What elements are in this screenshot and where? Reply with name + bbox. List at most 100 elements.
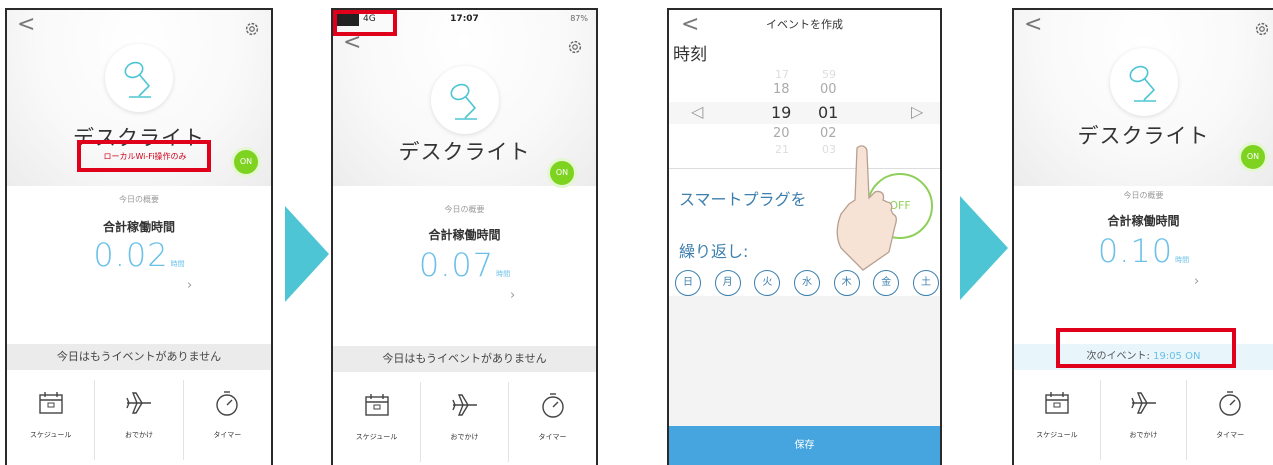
minute-selected[interactable]: 01 [818, 103, 838, 122]
minute-option[interactable]: 02 [820, 126, 837, 141]
power-on-button[interactable]: ON [231, 147, 261, 177]
power-on-button[interactable]: ON [1238, 142, 1268, 172]
stopwatch-icon [216, 391, 239, 416]
calendar-icon [364, 394, 389, 416]
no-event-banner: 今日はもうイベントがありません [7, 344, 271, 370]
total-runtime-label: 合計稼働時間 [428, 228, 501, 242]
smart-plug-label: スマートプラグを [679, 190, 807, 209]
day-thu-toggle[interactable]: 木 [833, 270, 860, 296]
today-overview-label: 今日の概要 [1123, 191, 1164, 200]
next-step-arrow [285, 206, 329, 302]
away-label: おでかけ [450, 433, 479, 441]
runtime-unit: 時間 [496, 270, 511, 278]
schedule-label: スケジュール [1036, 431, 1078, 439]
repeat-label: 繰り返し: [679, 242, 749, 261]
timer-button[interactable]: タイマー [184, 380, 271, 460]
phone-screen-3: イベントを作成 < 時刻 ◁ ▷ 17 18 19 20 21 59 00 01… [667, 8, 942, 465]
schedule-label: スケジュール [355, 433, 398, 441]
desk-lamp-icon [430, 66, 499, 134]
next-step-arrow [960, 196, 1008, 300]
back-icon[interactable]: < [343, 32, 361, 54]
minute-option[interactable]: 00 [820, 82, 837, 97]
runtime-value: 0.07 時間 [333, 246, 596, 284]
back-icon[interactable]: < [681, 14, 699, 36]
day-mon-toggle[interactable]: 月 [714, 270, 741, 296]
today-overview-label: 今日の概要 [444, 205, 485, 214]
timer-button[interactable]: タイマー [1187, 380, 1273, 460]
runtime-unit: 時間 [1175, 256, 1190, 264]
empty-area [669, 296, 940, 426]
timer-label: タイマー [213, 431, 242, 439]
timer-label: タイマー [1216, 431, 1245, 439]
total-runtime-label: 合計稼働時間 [102, 220, 175, 234]
stopwatch-icon [541, 393, 564, 418]
chevron-right-icon[interactable]: › [510, 288, 515, 303]
runtime-number: 0.07 [418, 246, 495, 284]
day-sat-toggle[interactable]: 土 [912, 270, 939, 296]
page-title: イベントを作成 [766, 18, 843, 31]
airplane-icon [1130, 392, 1156, 414]
device-name: デスクライト [1077, 124, 1210, 148]
picker-selection-band [669, 102, 940, 124]
chevron-right-icon[interactable]: › [1194, 274, 1199, 289]
time-picker[interactable]: ◁ ▷ 17 18 19 20 21 59 00 01 02 03 [669, 68, 940, 158]
day-wed-toggle[interactable]: 水 [793, 270, 820, 296]
back-icon[interactable]: < [1024, 14, 1042, 36]
no-event-banner: 今日はもうイベントがありません [333, 346, 596, 372]
repeat-days: 日 月 火 水 木 金 土 [675, 270, 939, 296]
away-label: おでかけ [124, 431, 153, 439]
power-on-button[interactable]: ON [547, 158, 577, 188]
today-overview-label: 今日の概要 [119, 195, 159, 204]
gear-icon[interactable] [566, 38, 584, 56]
calendar-icon [1045, 392, 1069, 414]
bottom-toolbar: スケジュール おでかけ タイマー [7, 380, 271, 460]
away-button[interactable]: おでかけ [95, 380, 184, 460]
tapping-hand-icon [836, 145, 897, 271]
schedule-button[interactable]: スケジュール [333, 382, 421, 462]
minute-option[interactable]: 59 [822, 68, 836, 81]
save-button[interactable]: 保存 [669, 426, 940, 465]
away-button[interactable]: おでかけ [421, 382, 509, 462]
hour-option[interactable]: 21 [775, 143, 789, 156]
schedule-button[interactable]: スケジュール [1014, 380, 1101, 460]
desk-lamp-icon [105, 44, 173, 112]
chevron-right-icon[interactable]: › [187, 278, 192, 293]
local-wifi-note: ローカルWi-Fi操作のみ [103, 152, 187, 161]
timer-button[interactable]: タイマー [509, 382, 596, 462]
hour-option[interactable]: 17 [775, 68, 789, 81]
day-tue-toggle[interactable]: 火 [754, 270, 781, 296]
away-label: おでかけ [1129, 431, 1158, 439]
bottom-toolbar: スケジュール おでかけ タイマー [333, 382, 596, 462]
tutorial-stage: < デスクライト ローカルWi-Fi操作のみ ON 今日の概要 合計稼働時間 0… [0, 0, 1273, 465]
time-label: 時刻 [673, 45, 707, 65]
gear-icon[interactable] [243, 20, 261, 38]
day-fri-toggle[interactable]: 金 [873, 270, 900, 296]
day-sun-toggle[interactable]: 日 [675, 270, 701, 296]
runtime-value: 0.02 時間 [7, 236, 271, 274]
divider [669, 168, 940, 169]
airplane-icon [451, 394, 477, 416]
back-icon[interactable]: < [17, 14, 35, 36]
picker-left-icon[interactable]: ◁ [691, 102, 703, 121]
runtime-value: 0.10 時間 [1014, 232, 1273, 270]
runtime-number: 0.02 [93, 236, 169, 274]
gear-icon[interactable] [1253, 20, 1271, 38]
hour-option[interactable]: 20 [773, 126, 790, 141]
airplane-icon [126, 392, 151, 414]
away-button[interactable]: おでかけ [1101, 380, 1188, 460]
hour-option[interactable]: 18 [773, 82, 790, 97]
runtime-unit: 時間 [170, 260, 185, 268]
bottom-toolbar: スケジュール おでかけ タイマー [1014, 380, 1273, 460]
phone-screen-2: 4G 17:07 87% < デスクライト ON 今日の概要 合計稼働時間 0.… [331, 8, 598, 465]
hour-selected[interactable]: 19 [771, 103, 791, 122]
desk-lamp-icon [1109, 48, 1178, 116]
phone-screen-1: < デスクライト ローカルWi-Fi操作のみ ON 今日の概要 合計稼働時間 0… [5, 8, 273, 465]
calendar-icon [38, 392, 63, 414]
picker-right-icon[interactable]: ▷ [911, 102, 923, 121]
total-runtime-label: 合計稼働時間 [1107, 214, 1180, 228]
schedule-label: スケジュール [29, 431, 72, 439]
runtime-number: 0.10 [1097, 232, 1174, 270]
phone-screen-4: < デスクライト ON 今日の概要 合計稼働時間 0.10 時間 › 次のイベント… [1012, 8, 1273, 465]
stopwatch-icon [1219, 391, 1241, 416]
schedule-button[interactable]: スケジュール [7, 380, 96, 460]
